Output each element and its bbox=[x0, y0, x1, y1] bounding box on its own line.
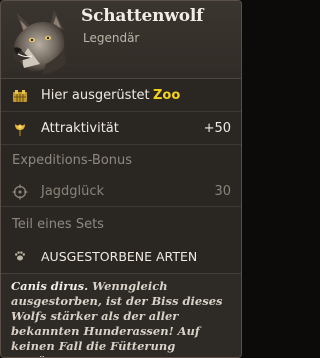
equipped-row: Hier ausgerüstet Zoo bbox=[1, 80, 241, 112]
expedition-stat-row: Jagdglück 30 bbox=[1, 177, 241, 207]
attractiveness-row: Attraktivität +50 bbox=[1, 113, 241, 145]
equipped-location: Zoo bbox=[153, 88, 181, 103]
set-name: AUSGESTORBENE ARTEN bbox=[41, 248, 198, 264]
item-tooltip: Schattenwolf Legendär Hier ausgerüstet Z… bbox=[0, 0, 242, 358]
item-name: Schattenwolf bbox=[81, 6, 204, 26]
wolf-portrait-icon bbox=[14, 10, 66, 74]
item-rarity: Legendär bbox=[83, 31, 140, 45]
set-row: AUSGESTORBENE ARTEN bbox=[1, 241, 241, 271]
crosshair-icon bbox=[12, 184, 28, 199]
set-heading: Teil eines Sets bbox=[12, 217, 104, 232]
expedition-stat-label: Jagdglück bbox=[41, 184, 105, 199]
expedition-bonus-heading: Expeditions-Bonus bbox=[12, 153, 133, 168]
tooltip-header: Schattenwolf Legendär bbox=[1, 1, 241, 79]
attractiveness-label: Attraktivität bbox=[41, 121, 119, 136]
item-description: Canis dirus. Wenngleich ausgestorben, is… bbox=[1, 273, 241, 357]
description-species: Canis dirus. bbox=[11, 279, 89, 293]
equipped-label: Hier ausgerüstet bbox=[41, 88, 150, 103]
enclosure-icon bbox=[13, 89, 27, 102]
flower-icon bbox=[15, 123, 25, 136]
paw-icon bbox=[15, 251, 25, 261]
expedition-stat-value: 30 bbox=[214, 184, 231, 199]
attractiveness-value: +50 bbox=[203, 121, 231, 136]
